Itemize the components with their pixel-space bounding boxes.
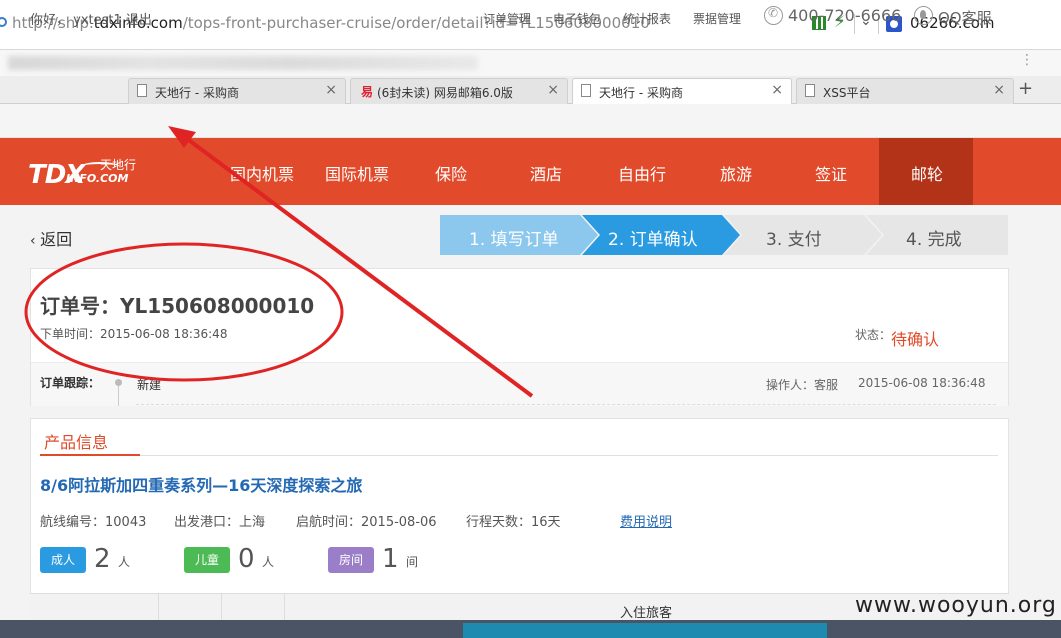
- nav-free-travel[interactable]: 自由行: [618, 161, 666, 185]
- nav-insurance[interactable]: 保险: [435, 161, 467, 185]
- site-topbar: [0, 104, 1061, 138]
- tracking-time: 2015-06-08 18:36:48: [858, 376, 986, 390]
- link-reports[interactable]: 统计报表: [623, 10, 671, 27]
- nav-visa[interactable]: 签证: [815, 161, 847, 185]
- step-2-label: 2. 订单确认: [608, 230, 698, 250]
- close-icon[interactable]: ×: [771, 82, 783, 98]
- more-icon[interactable]: ⋮: [1020, 52, 1034, 68]
- order-number: 订单号：YL150608000010: [40, 294, 315, 318]
- bottom-bar-highlight: [463, 623, 827, 638]
- tab-2[interactable]: 易 (6封未读) 网易邮箱6.0版 ×: [350, 78, 568, 104]
- tab-label: 天地行 - 采购商: [155, 86, 239, 100]
- close-icon[interactable]: ×: [547, 82, 559, 98]
- tab-label: 天地行 - 采购商: [599, 86, 683, 100]
- page-icon: [137, 84, 147, 97]
- product-title[interactable]: 8/6阿拉斯加四重奏系列—16天深度探索之旅: [40, 472, 362, 496]
- tracking-event: 新建: [137, 378, 162, 392]
- tracking-label: 订单跟踪：: [40, 376, 101, 390]
- trip-days: 行程天数：16天: [466, 515, 561, 530]
- adult-badge: 成人: [40, 547, 86, 573]
- phone-icon: [764, 6, 783, 25]
- status-badge: 待确认: [891, 330, 940, 349]
- logo-cn-text: 天地行: [100, 158, 137, 172]
- step-1-label: 1. 填写订单: [469, 230, 559, 250]
- timeline-line: [118, 386, 119, 406]
- fee-description-link[interactable]: 费用说明: [620, 511, 672, 530]
- nav-hotel[interactable]: 酒店: [530, 161, 562, 185]
- adult-unit: 人: [118, 555, 131, 569]
- section-underline: [40, 454, 140, 456]
- link-order-manage[interactable]: 订单管理: [483, 10, 531, 27]
- order-time: 下单时间：2015-06-08 18:36:48: [40, 327, 228, 341]
- timeline-dot: [115, 379, 122, 386]
- step-3-label: 3. 支付: [766, 230, 822, 250]
- adult-count: 2: [94, 544, 111, 574]
- divider: [136, 404, 996, 405]
- child-count: 0: [238, 544, 255, 574]
- qq-service-link[interactable]: QQ客服: [938, 7, 992, 28]
- qq-icon: [914, 6, 933, 25]
- nav-cruise[interactable]: 邮轮: [911, 161, 943, 185]
- departure-port: 出发港口：上海: [174, 515, 266, 530]
- close-icon[interactable]: ×: [325, 82, 337, 98]
- tab-1[interactable]: 天地行 - 采购商 ×: [128, 78, 346, 104]
- guest-table-title: 入住旅客: [620, 606, 673, 621]
- room-unit: 间: [406, 555, 419, 569]
- link-e-wallet[interactable]: 电子钱包: [553, 10, 601, 27]
- step-4-label: 4. 完成: [906, 230, 962, 250]
- nav-domestic-flights[interactable]: 国内机票: [230, 161, 294, 185]
- mail-icon: 易: [361, 85, 374, 99]
- nav-tours[interactable]: 旅游: [720, 161, 752, 185]
- nav-intl-flights[interactable]: 国际机票: [325, 161, 389, 185]
- bookmarks-bar: ⋮: [0, 50, 1061, 76]
- page-icon: [805, 84, 815, 97]
- logo[interactable]: TDX INFO.COM 天地行: [28, 152, 138, 192]
- link-invoices[interactable]: 票据管理: [693, 10, 741, 27]
- tab-3[interactable]: 天地行 - 采购商 ×: [572, 78, 792, 105]
- child-unit: 人: [262, 555, 275, 569]
- tab-bar: 天地行 - 采购商 × 易 (6封未读) 网易邮箱6.0版 × 天地行 - 采购…: [0, 76, 1061, 105]
- greeting[interactable]: 你好， yxtest1 退出: [30, 9, 152, 28]
- operator: 操作人：客服: [766, 378, 839, 392]
- room-badge: 房间: [328, 547, 374, 573]
- blurred-bookmarks: [8, 56, 478, 70]
- watermark: www.wooyun.org: [855, 593, 1057, 618]
- child-badge: 儿童: [184, 547, 230, 573]
- section-title: 产品信息: [44, 433, 109, 452]
- globe-icon: [0, 17, 7, 27]
- phone-number: 400-720-6666: [788, 6, 902, 25]
- route-number: 航线编号：10043: [40, 515, 147, 530]
- divider: [40, 455, 998, 456]
- back-link[interactable]: 返回: [30, 226, 72, 250]
- close-icon[interactable]: ×: [993, 82, 1005, 98]
- main-nav: TDX INFO.COM 天地行 国内机票 国际机票 保险 酒店 自由行 旅游 …: [0, 138, 1061, 205]
- tab-4[interactable]: XSS平台 ×: [796, 78, 1014, 104]
- status-label: 状态：: [855, 328, 892, 342]
- new-tab-button[interactable]: +: [1018, 78, 1033, 99]
- page-icon: [581, 84, 591, 97]
- room-count: 1: [382, 544, 399, 574]
- logo-subtext: INFO.COM: [66, 172, 129, 185]
- tab-label: XSS平台: [823, 86, 871, 100]
- tab-label: (6封未读) 网易邮箱6.0版: [377, 86, 513, 100]
- sail-time: 启航时间：2015-08-06: [296, 515, 437, 530]
